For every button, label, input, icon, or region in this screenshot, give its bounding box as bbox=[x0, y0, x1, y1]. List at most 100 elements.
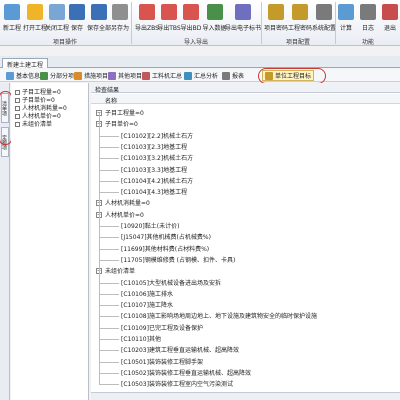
tree-connector bbox=[99, 339, 119, 340]
tree-connector bbox=[99, 135, 119, 137]
tree-leaf-node[interactable]: [C10103][3.3]地基工程 bbox=[121, 165, 187, 175]
subdivision-icon bbox=[40, 71, 48, 80]
tree-connector bbox=[99, 237, 119, 239]
calculate-button[interactable]: 计算 bbox=[336, 2, 356, 36]
summary-tab[interactable]: 汇总分析 bbox=[184, 70, 218, 81]
system-config-button[interactable]: 系统配置 bbox=[312, 2, 336, 36]
close-project-icon bbox=[49, 4, 65, 20]
check-results-panel: 检查结果 名称 子目工程量=0−子目单价=0−[C10102][2.2]机械土石… bbox=[91, 83, 400, 400]
save-as-icon bbox=[112, 4, 128, 20]
tree-leaf-node[interactable]: [10920]黏土(未计价) bbox=[121, 221, 179, 231]
new-project-button[interactable]: 新工程 bbox=[2, 2, 22, 36]
tree-group-node[interactable]: 未组价清单 bbox=[105, 266, 135, 276]
tree-leaf-node[interactable]: [11699]其他材料费(占材料费%) bbox=[121, 244, 209, 254]
tree-leaf-node[interactable]: [C10103][2.3]地基工程 bbox=[121, 142, 187, 152]
ribbon-separator bbox=[335, 2, 336, 44]
report-icon bbox=[222, 71, 230, 80]
exit-button[interactable]: 退出 bbox=[380, 2, 400, 36]
tree-leaf-node[interactable]: [C10104][4.3]地基工程 bbox=[121, 187, 187, 197]
import-data-button[interactable]: 导入数据 bbox=[203, 2, 227, 36]
log-button[interactable]: 日志 bbox=[358, 2, 378, 36]
summary-icon bbox=[184, 71, 192, 80]
tree-group-node[interactable]: 子目工程量=0 bbox=[105, 108, 144, 118]
ribbon-button-label: 退出 bbox=[383, 25, 396, 32]
tree-leaf-node[interactable]: [C10103][3.2]机械土石方 bbox=[121, 153, 193, 163]
tree-connector bbox=[99, 180, 119, 182]
tree-leaf-node[interactable]: [C10108]施工影响场地周边地上、地下设施及建筑物安全的临时保护设施 bbox=[121, 311, 317, 321]
ribbon-group-label: 项目配置 bbox=[285, 39, 310, 46]
open-folder-icon bbox=[27, 4, 43, 20]
toolbar-label: 基本信息 bbox=[16, 73, 41, 80]
tree-connector bbox=[99, 282, 119, 284]
tree-leaf-node[interactable]: [C10104][4.2]机械土石方 bbox=[121, 176, 193, 186]
tree-connector bbox=[99, 327, 119, 329]
tree-leaf-node[interactable]: [11705]钢模维修费 (占钢模、扣件、卡具) bbox=[121, 255, 235, 265]
tree-leaf-node[interactable]: [C10106]施工排水 bbox=[121, 289, 173, 299]
tree-leaf-node[interactable]: [C10105]大型机械设备进出场及安拆 bbox=[121, 278, 221, 288]
other-items-tab[interactable]: 其他项目 bbox=[108, 70, 142, 81]
tree-group-node[interactable]: 人材机单价=0 bbox=[105, 210, 144, 220]
export-bd-button[interactable]: 导出BD bbox=[180, 2, 202, 36]
new-project-icon bbox=[4, 4, 20, 20]
toolbar-label: 工料机汇总 bbox=[152, 73, 183, 80]
info-tab[interactable]: 基本信息 bbox=[6, 70, 40, 81]
ribbon-toolbar: 新工程 打开工程 关闭工程 保存 保存全部 另存为 导出ZBS 导出TBS 导出BD 导入数据 导出… bbox=[0, 0, 400, 46]
save-all-button[interactable]: 保存全部 bbox=[87, 2, 111, 36]
engineering-password-icon bbox=[292, 4, 308, 20]
tree-connector bbox=[99, 226, 119, 227]
tree-group-node[interactable]: 子目单价=0 bbox=[105, 119, 138, 129]
export-zbs-icon bbox=[139, 4, 155, 20]
report-tab[interactable]: 报表 bbox=[222, 70, 244, 81]
toolbar-label: 汇总分析 bbox=[194, 73, 219, 80]
ribbon-button-label: 导出TBS bbox=[157, 25, 181, 32]
engineering-password-button[interactable]: 工程密码 bbox=[288, 2, 312, 36]
tree-leaf-node[interactable]: [C10203]建筑工程垂直运输机械、超高降效 bbox=[121, 345, 239, 355]
ribbon-separator bbox=[131, 2, 132, 44]
tree-connector bbox=[99, 384, 119, 386]
tree-leaf-node[interactable]: [C10107]施工降水 bbox=[121, 300, 173, 310]
tree-leaf-node[interactable]: [C10503]装饰装修工程室内空气污染测试 bbox=[121, 379, 233, 389]
checkbox[interactable] bbox=[15, 122, 20, 127]
save-as-button[interactable]: 另存为 bbox=[110, 2, 130, 36]
ribbon-button-label: 关闭工程 bbox=[45, 25, 70, 32]
project-password-icon bbox=[268, 4, 284, 20]
ribbon-button-label: 新工程 bbox=[2, 25, 21, 32]
info-icon bbox=[6, 71, 14, 80]
tree-leaf-node[interactable]: [C10502]装饰装修工程垂直运输机械、超高降效 bbox=[121, 368, 251, 378]
tree-leaf-node[interactable]: [C10501]装饰装修工程脚手架 bbox=[121, 357, 203, 367]
open-folder-button[interactable]: 打开工程 bbox=[23, 2, 48, 36]
check-category-item[interactable]: 未组价清单 bbox=[15, 119, 52, 128]
tree-connector bbox=[99, 113, 100, 385]
exit-icon bbox=[382, 4, 398, 20]
save-button[interactable]: 保存 bbox=[68, 2, 86, 36]
export-tbs-button[interactable]: 导出TBS bbox=[157, 2, 181, 36]
save-all-icon bbox=[91, 4, 107, 20]
ribbon-button-label: 打开工程 bbox=[23, 25, 48, 32]
close-project-button[interactable]: 关闭工程 bbox=[45, 2, 70, 36]
tree-connector bbox=[99, 361, 119, 363]
tree-leaf-node[interactable]: [C10110]其他 bbox=[121, 334, 161, 344]
project-password-button[interactable]: 项目密码 bbox=[264, 2, 288, 36]
export-zbs-button[interactable]: 导出ZBS bbox=[135, 2, 159, 36]
tree-leaf-node[interactable]: [C10102][2.2]机械土石方 bbox=[121, 131, 193, 141]
toolbar-label: 分部分项 bbox=[50, 73, 75, 80]
tab-new-civil-project[interactable]: 新建土建工程 bbox=[2, 58, 49, 69]
tree-connector bbox=[99, 305, 119, 307]
tree-group-node[interactable]: 人材机消耗量=0 bbox=[105, 198, 150, 208]
export-ebid-button[interactable]: 导出电子标书 bbox=[225, 2, 261, 36]
tree-connector bbox=[99, 192, 119, 194]
tree-leaf-node[interactable]: [C10109]已完工程及设备保护 bbox=[121, 323, 203, 333]
measures-tab[interactable]: 措施项目 bbox=[74, 70, 108, 81]
ribbon-button-label: 导出ZBS bbox=[135, 25, 159, 32]
ribbon-button-label: 导出BD bbox=[180, 25, 202, 32]
ribbon-separator bbox=[261, 2, 262, 44]
calculate-icon bbox=[338, 4, 354, 20]
tree-connector bbox=[99, 372, 119, 374]
labor-material-tab[interactable]: 工料机汇总 bbox=[142, 70, 182, 81]
tree-leaf-node[interactable]: [J15047]其他机械费(占机械费%) bbox=[121, 232, 211, 242]
tree-connector bbox=[99, 293, 119, 295]
subdivision-tab[interactable]: 分部分项 bbox=[40, 70, 74, 81]
system-config-icon bbox=[316, 4, 332, 20]
toolbar-label: 报表 bbox=[232, 73, 245, 80]
tree-connector bbox=[99, 158, 119, 160]
